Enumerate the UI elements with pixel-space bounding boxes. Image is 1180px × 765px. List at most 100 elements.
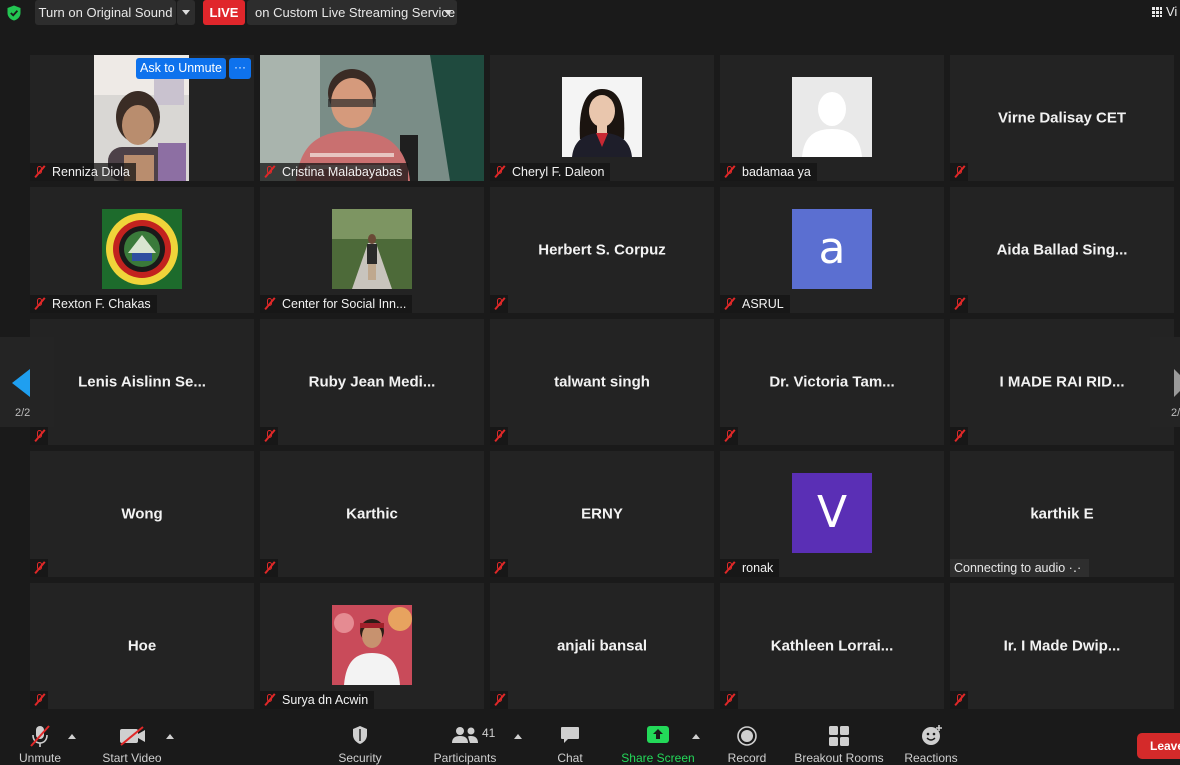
mic-muted-icon [494,561,506,574]
live-streaming-label: on Custom Live Streaming Service [255,5,456,20]
chat-bubble-icon [561,727,579,743]
participant-tile[interactable]: anjali bansal [490,583,714,709]
default-avatar-icon [792,77,872,157]
connecting-audio-status: Connecting to audio ·․· [950,559,1090,577]
participant-label: Rexton F. Chakas [30,295,157,313]
participants-button[interactable]: 41 Participants [434,713,497,765]
participants-count: 41 [482,726,496,740]
participant-name: Center for Social Inn... [282,297,407,311]
share-screen-button[interactable]: Share Screen [621,713,695,765]
participant-tile[interactable]: Dr. Victoria Tam... [720,319,944,445]
participant-tile[interactable]: Center for Social Inn... [260,187,484,313]
breakout-rooms-icon [829,726,849,746]
participant-label [260,559,278,577]
participant-tile[interactable]: ERNY [490,451,714,577]
participant-name: Herbert S. Corpuz [538,241,666,259]
mic-muted-icon [954,165,966,178]
participant-tile[interactable]: Rexton F. Chakas [30,187,254,313]
participant-label [950,163,968,181]
participant-label [30,559,48,577]
ask-to-unmute-button[interactable]: Ask to Unmute [136,58,226,79]
mic-muted-icon [34,561,46,574]
chevron-down-icon [182,10,190,15]
participant-tile[interactable]: Herbert S. Corpuz [490,187,714,313]
participant-tile[interactable]: talwant singh [490,319,714,445]
view-label: Vi [1166,4,1178,19]
chevron-up-icon[interactable] [68,734,76,739]
leave-button[interactable]: Leave [1137,733,1180,759]
participant-label: ronak [720,559,780,577]
live-streaming-dropdown[interactable]: on Custom Live Streaming Service [247,0,457,25]
participant-label [30,427,48,445]
share-screen-label: Share Screen [621,751,695,765]
chat-button[interactable]: Chat [550,713,590,765]
view-button[interactable]: Vi [1152,4,1177,19]
participant-name: Cheryl F. Daleon [512,165,605,179]
more-options-button[interactable]: ··· [229,58,251,79]
participant-tile[interactable]: V ronak [720,451,944,577]
chevron-up-icon[interactable] [514,734,522,739]
participant-tile[interactable]: Hoe [30,583,254,709]
participant-name: ASRUL [742,297,784,311]
start-video-button[interactable]: Start Video [102,713,162,765]
participant-label [30,691,48,709]
arrow-right-icon [1174,369,1180,397]
participant-tile[interactable]: karthik E Connecting to audio ·․· [950,451,1174,577]
participant-tile[interactable]: Kathleen Lorrai... [720,583,944,709]
participant-tile[interactable]: Surya dn Acwin [260,583,484,709]
participant-tile[interactable]: Virne Dalisay CET [950,55,1174,181]
start-video-label: Start Video [102,751,162,765]
chevron-down-icon [444,10,452,15]
next-page-button[interactable]: 2/ [1150,337,1180,427]
mic-muted-icon [954,297,966,310]
chevron-up-icon[interactable] [692,734,700,739]
record-label: Record [727,751,767,765]
participant-tile[interactable]: Ruby Jean Medi... [260,319,484,445]
chevron-up-icon[interactable] [166,734,174,739]
security-button[interactable]: Security [338,713,382,765]
record-button[interactable]: Record [727,713,767,765]
participant-tile[interactable]: Ir. I Made Dwip... [950,583,1174,709]
mic-muted-icon [264,693,276,706]
participant-name: I MADE RAI RID... [999,373,1125,391]
participant-name: Ruby Jean Medi... [308,373,436,391]
profile-photo [332,605,412,685]
participant-name: Aida Ballad Sing... [996,241,1128,259]
original-sound-dropdown[interactable] [177,0,195,25]
participant-tile[interactable]: Cristina Malabayabas [260,55,484,181]
participant-label [490,427,508,445]
participant-tile[interactable]: a ASRUL [720,187,944,313]
participant-name: Karthic [346,505,398,523]
participant-tile[interactable]: Aida Ballad Sing... [950,187,1174,313]
participant-label [950,691,968,709]
breakout-rooms-button[interactable]: Breakout Rooms [794,713,884,765]
original-sound-button[interactable]: Turn on Original Sound [35,0,176,25]
participant-tile[interactable]: I MADE RAI RID... [950,319,1174,445]
mic-muted-icon [34,693,46,706]
participant-name: Ir. I Made Dwip... [1003,637,1121,655]
participant-label [720,427,738,445]
participant-label: Surya dn Acwin [260,691,375,709]
reactions-button[interactable]: Reactions [904,713,958,765]
participant-tile[interactable]: Lenis Aislinn Se... [30,319,254,445]
participant-name: Surya dn Acwin [282,693,369,707]
unmute-label: Unmute [18,751,62,765]
participant-tile[interactable]: Cheryl F. Daleon [490,55,714,181]
security-shield-icon [353,726,367,744]
meeting-toolbar: Unmute Start Video Security 41 Participa… [0,713,1180,765]
participant-tile[interactable]: Wong [30,451,254,577]
mic-muted-icon [954,693,966,706]
participant-tile[interactable]: badamaa ya [720,55,944,181]
participant-name: Cristina Malabayabas [282,165,403,179]
participants-label: Participants [433,751,497,765]
participant-name: Rexton F. Chakas [52,297,151,311]
participant-label: badamaa ya [720,163,817,181]
encryption-shield-icon[interactable] [6,5,22,21]
video-off-icon [120,726,145,746]
participant-name: Lenis Aislinn Se... [78,373,206,391]
participant-tile[interactable]: Karthic [260,451,484,577]
previous-page-button[interactable]: 2/2 [0,337,54,427]
participant-label [950,295,968,313]
participant-name: Wong [121,505,163,523]
unmute-button[interactable]: Unmute [19,713,61,765]
